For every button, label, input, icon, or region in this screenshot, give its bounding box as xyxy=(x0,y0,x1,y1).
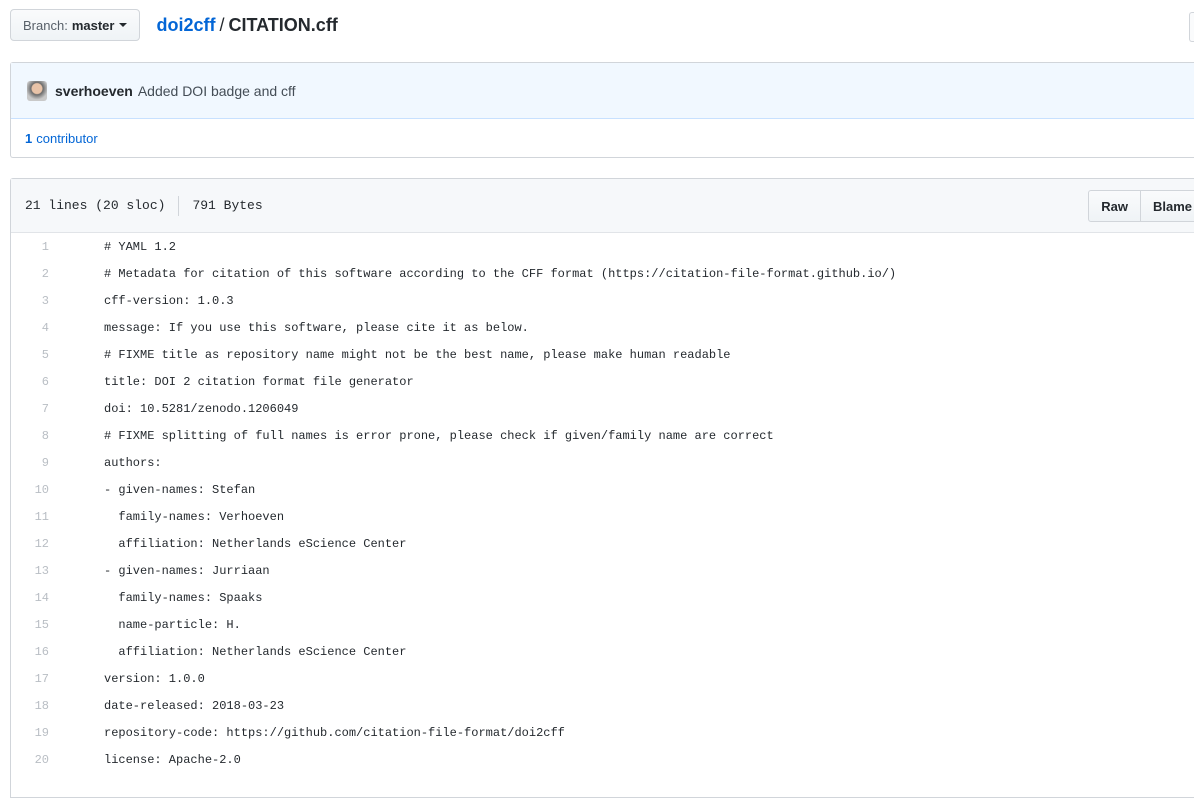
latest-commit: sverhoeven Added DOI badge and cff xyxy=(11,63,1194,119)
code-line: 12 affiliation: Netherlands eScience Cen… xyxy=(11,530,1194,557)
branch-label: Branch: xyxy=(23,17,68,33)
code-line: 9 authors: xyxy=(11,449,1194,476)
file-size: 791 Bytes xyxy=(192,198,263,213)
line-content: authors: xyxy=(104,455,162,470)
line-content: # YAML 1.2 xyxy=(104,239,177,254)
code-line: 7 doi: 10.5281/zenodo.1206049 xyxy=(11,395,1194,422)
line-content: family-names: Spaaks xyxy=(104,590,263,605)
file-info: 21 lines (20 sloc) 791 Bytes xyxy=(25,195,263,216)
line-content: doi: 10.5281/zenodo.1206049 xyxy=(104,401,299,416)
breadcrumb-separator: / xyxy=(219,14,225,35)
caret-down-icon xyxy=(119,23,128,27)
code-line: 11 family-names: Verhoeven xyxy=(11,503,1194,530)
avatar[interactable] xyxy=(27,80,47,101)
line-content: license: Apache-2.0 xyxy=(104,752,241,767)
branch-selector-button[interactable]: Branch: master xyxy=(10,9,141,41)
contributor-count: 1 xyxy=(25,130,33,146)
line-number[interactable]: 12 xyxy=(11,537,49,551)
line-content: affiliation: Netherlands eScience Center xyxy=(104,644,407,659)
line-number[interactable]: 8 xyxy=(11,429,49,443)
divider xyxy=(178,195,180,216)
line-number[interactable]: 9 xyxy=(11,456,49,470)
line-number[interactable]: 20 xyxy=(11,753,49,767)
code-line: 3 cff-version: 1.0.3 xyxy=(11,287,1194,314)
commit-author-link[interactable]: sverhoeven xyxy=(55,83,133,99)
file-viewer: 21 lines (20 sloc) 791 Bytes Raw Blame 1… xyxy=(10,178,1194,798)
blame-button[interactable]: Blame xyxy=(1140,190,1194,222)
breadcrumb-file-name: CITATION.cff xyxy=(228,14,338,35)
line-number[interactable]: 3 xyxy=(11,294,49,308)
line-content: family-names: Verhoeven xyxy=(104,509,285,524)
line-number[interactable]: 2 xyxy=(11,267,49,281)
code-line: 19 repository-code: https://github.com/ci… xyxy=(11,719,1194,746)
line-number[interactable]: 4 xyxy=(11,321,49,335)
line-content: version: 1.0.0 xyxy=(104,671,205,686)
line-content: date-released: 2018-03-23 xyxy=(104,698,285,713)
code-line: 5 # FIXME title as repository name might … xyxy=(11,341,1194,368)
line-content: # FIXME title as repository name might n… xyxy=(104,347,731,362)
code-line: 8 # FIXME splitting of full names is erro… xyxy=(11,422,1194,449)
line-count: 21 lines (20 sloc) xyxy=(25,198,166,213)
code-line: 20 license: Apache-2.0 xyxy=(11,746,1194,773)
code-line: 14 family-names: Spaaks xyxy=(11,584,1194,611)
top-bar: Branch: master doi2cff / CITATION.cff xyxy=(10,8,338,42)
file-actions-button[interactable] xyxy=(1189,12,1194,42)
line-number[interactable]: 19 xyxy=(11,726,49,740)
code-line: 17 version: 1.0.0 xyxy=(11,665,1194,692)
code-line: 2 # Metadata for citation of this softwar… xyxy=(11,260,1194,287)
file-button-group: Raw Blame xyxy=(1088,190,1194,222)
file-header: 21 lines (20 sloc) 791 Bytes Raw Blame xyxy=(11,179,1194,233)
commit-message-link[interactable]: Added DOI badge and cff xyxy=(138,83,296,99)
line-content: title: DOI 2 citation format file genera… xyxy=(104,374,414,389)
code-line: 18 date-released: 2018-03-23 xyxy=(11,692,1194,719)
line-content: cff-version: 1.0.3 xyxy=(104,293,234,308)
line-number[interactable]: 1 xyxy=(11,240,49,254)
line-number[interactable]: 13 xyxy=(11,564,49,578)
line-content: message: If you use this software, pleas… xyxy=(104,320,529,335)
line-number[interactable]: 16 xyxy=(11,645,49,659)
code-line: 15 name-particle: H. xyxy=(11,611,1194,638)
line-content: # FIXME splitting of full names is error… xyxy=(104,428,774,443)
line-number[interactable]: 6 xyxy=(11,375,49,389)
line-number[interactable]: 10 xyxy=(11,483,49,497)
contributor-label: contributor xyxy=(36,130,98,146)
code-line: 4 message: If you use this software, plea… xyxy=(11,314,1194,341)
line-content: - given-names: Jurriaan xyxy=(104,563,270,578)
line-number[interactable]: 15 xyxy=(11,618,49,632)
line-number[interactable]: 14 xyxy=(11,591,49,605)
code-line: 10 - given-names: Stefan xyxy=(11,476,1194,503)
code-view: 1 # YAML 1.2 2 # Metadata for citation of t… xyxy=(11,233,1194,773)
line-content: repository-code: https://github.com/cita… xyxy=(104,725,565,740)
code-line: 13 - given-names: Jurriaan xyxy=(11,557,1194,584)
breadcrumb-repo-link[interactable]: doi2cff xyxy=(156,15,215,36)
contributors-link[interactable]: 1 contributor xyxy=(11,119,1194,157)
raw-button[interactable]: Raw xyxy=(1088,190,1141,222)
line-number[interactable]: 11 xyxy=(11,510,49,524)
line-number[interactable]: 18 xyxy=(11,699,49,713)
line-number[interactable]: 7 xyxy=(11,402,49,416)
line-content: # Metadata for citation of this software… xyxy=(104,266,897,281)
line-number[interactable]: 17 xyxy=(11,672,49,686)
line-content: - given-names: Stefan xyxy=(104,482,256,497)
code-line: 16 affiliation: Netherlands eScience Cen… xyxy=(11,638,1194,665)
breadcrumb: doi2cff / CITATION.cff xyxy=(156,15,337,36)
line-content: name-particle: H. xyxy=(104,617,241,632)
code-line: 1 # YAML 1.2 xyxy=(11,233,1194,260)
branch-name: master xyxy=(71,17,115,33)
code-line: 6 title: DOI 2 citation format file gener… xyxy=(11,368,1194,395)
line-content: affiliation: Netherlands eScience Center xyxy=(104,536,407,551)
commit-panel: sverhoeven Added DOI badge and cff 1 con… xyxy=(10,62,1194,158)
line-number[interactable]: 5 xyxy=(11,348,49,362)
